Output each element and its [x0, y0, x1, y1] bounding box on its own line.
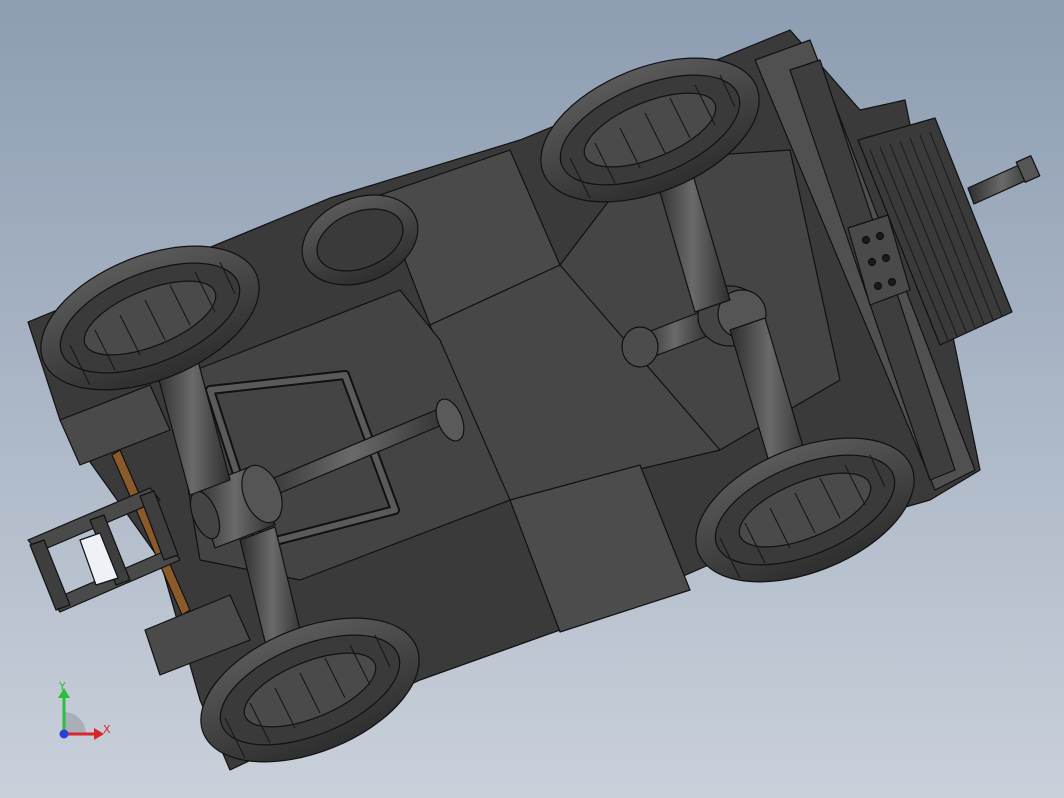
- triad-y-label: Y: [58, 680, 66, 693]
- model-canvas[interactable]: Y X: [0, 0, 1064, 798]
- triad-z-axis-icon: [59, 729, 69, 739]
- cad-graphics-viewport[interactable]: Y X: [0, 0, 1064, 798]
- triad-x-label: X: [103, 723, 111, 736]
